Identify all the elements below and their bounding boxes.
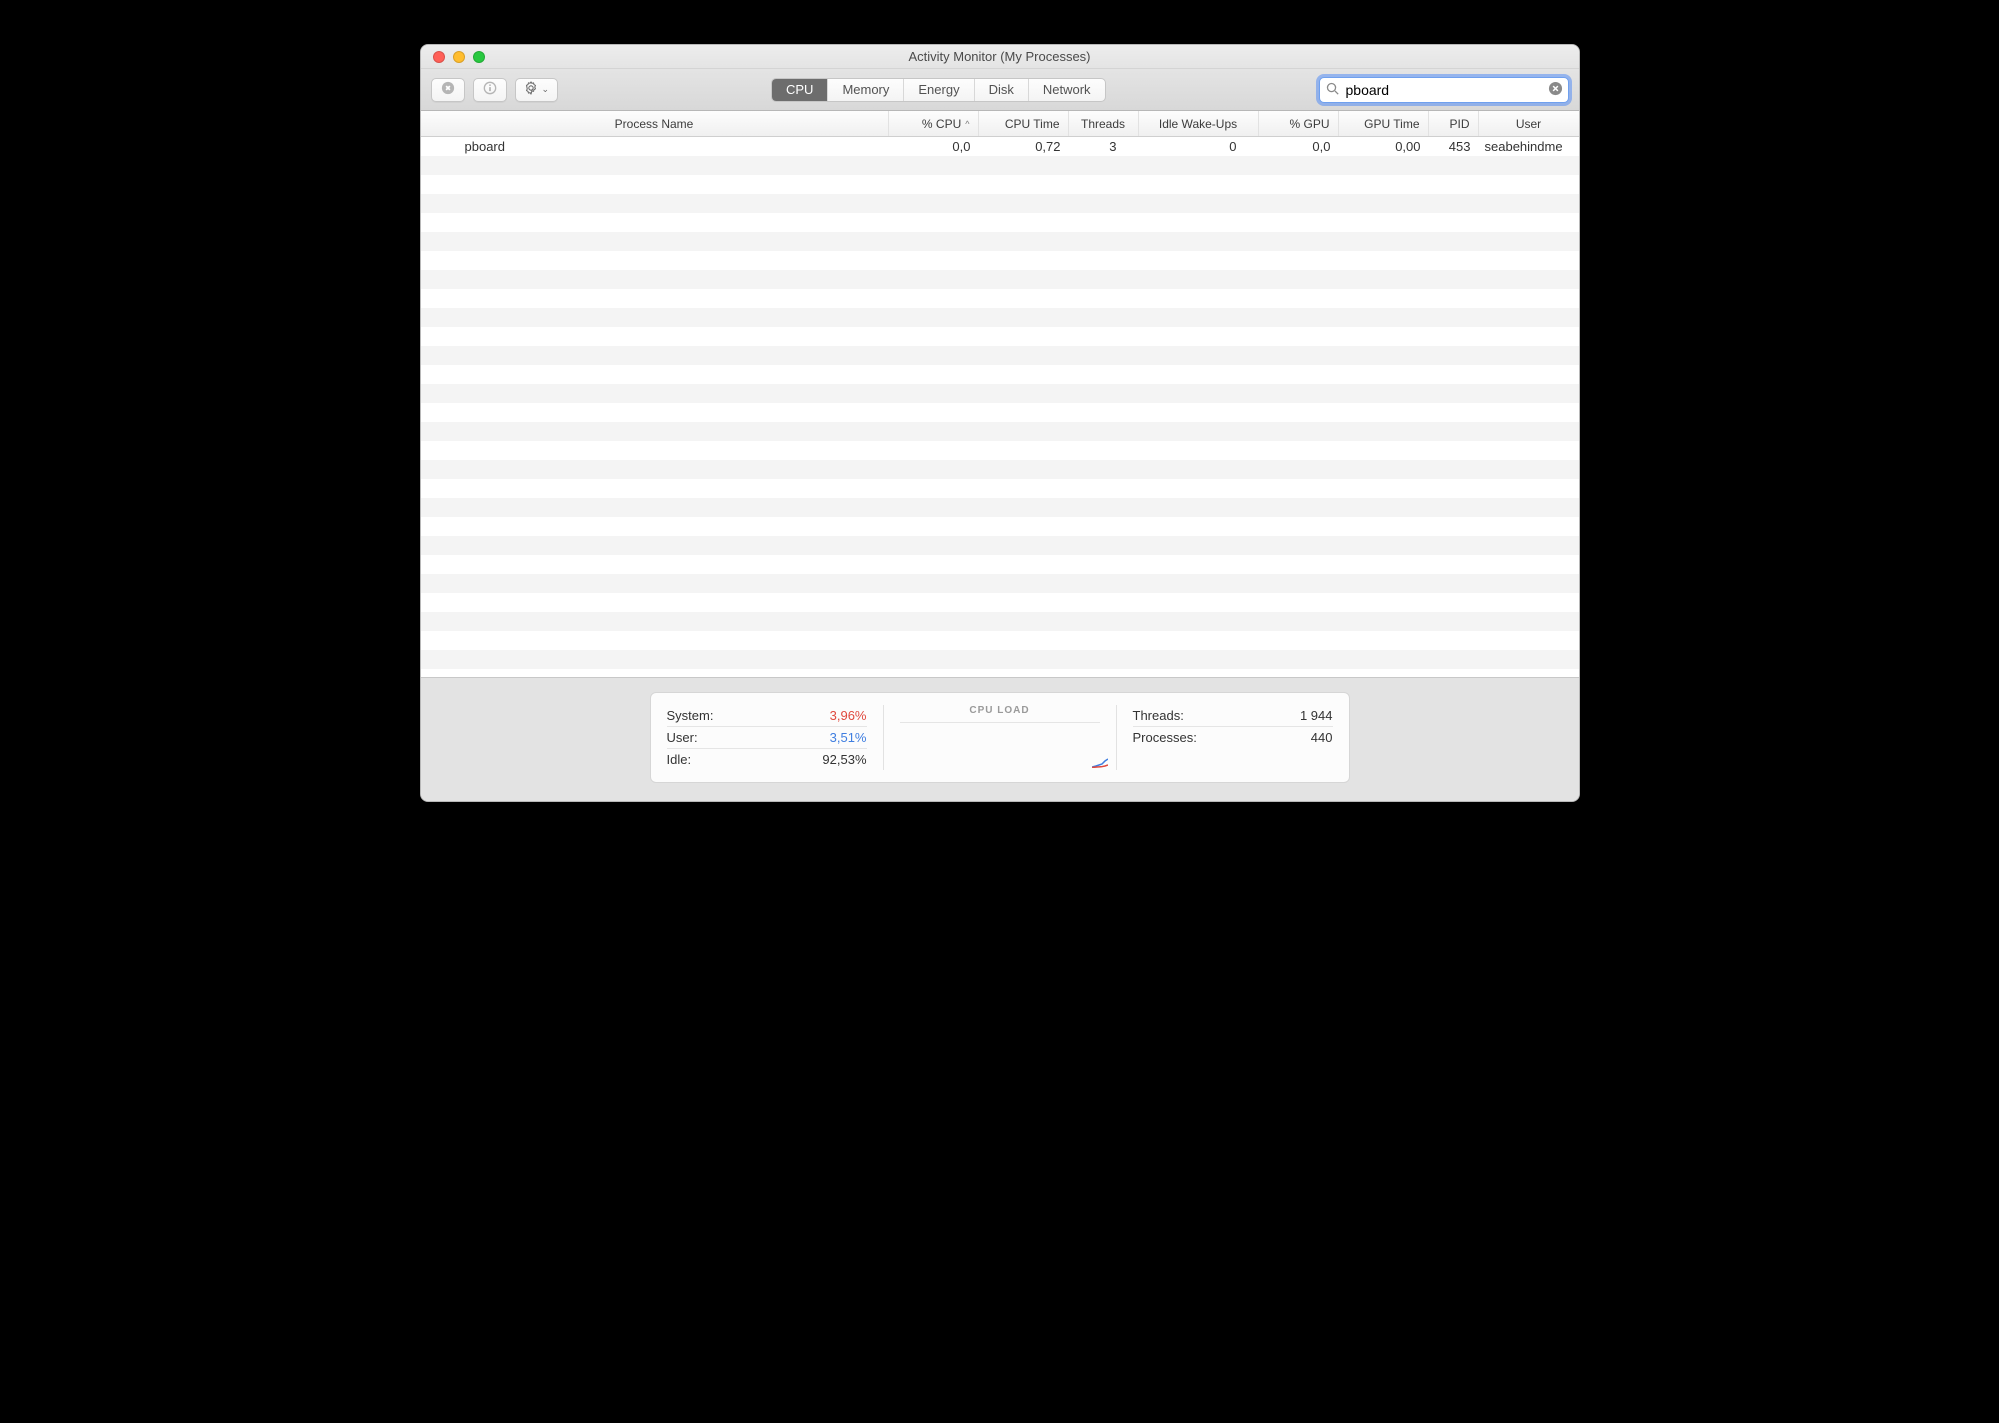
titlebar: Activity Monitor (My Processes) (421, 45, 1579, 69)
col-cpu[interactable]: % CPU^ (889, 111, 979, 136)
table-row (421, 213, 1579, 232)
cell-wake: 0 (1139, 139, 1259, 154)
table-row (421, 441, 1579, 460)
cpu-load-sparkline-icon (1092, 756, 1108, 768)
close-window-button[interactable] (433, 51, 445, 63)
table-row (421, 422, 1579, 441)
threads-label: Threads: (1133, 708, 1184, 723)
table-row (421, 251, 1579, 270)
footer: System: 3,96% User: 3,51% Idle: 92,53% CPU … (421, 677, 1579, 801)
table-row (421, 365, 1579, 384)
table-row (421, 498, 1579, 517)
table-row (421, 327, 1579, 346)
cpu-usage-stats: System: 3,96% User: 3,51% Idle: 92,53% (651, 705, 883, 770)
user-value: 3,51% (830, 730, 867, 745)
col-gpu-time[interactable]: GPU Time (1339, 111, 1429, 136)
search-icon (1326, 82, 1339, 98)
options-menu-button[interactable]: ⌄ (515, 78, 559, 102)
chevron-down-icon: ⌄ (542, 84, 550, 95)
table-row (421, 232, 1579, 251)
table-row (421, 460, 1579, 479)
idle-value: 92,53% (822, 752, 866, 767)
processes-label: Processes: (1133, 730, 1197, 745)
stop-process-button[interactable] (431, 78, 465, 102)
count-stats: Threads: 1 944 Processes: 440 (1117, 705, 1349, 770)
col-threads[interactable]: Threads (1069, 111, 1139, 136)
table-row (421, 403, 1579, 422)
cell-cputime: 0,72 (979, 139, 1069, 154)
window-controls (421, 51, 485, 63)
table-row (421, 517, 1579, 536)
minimize-window-button[interactable] (453, 51, 465, 63)
activity-monitor-window: Activity Monitor (My Processes) ⌄ CPU Me… (420, 44, 1580, 802)
tab-segment: CPU Memory Energy Disk Network (771, 78, 1106, 102)
table-row[interactable]: pboard0,00,72300,00,00453seabehindme (421, 137, 1579, 156)
zoom-window-button[interactable] (473, 51, 485, 63)
col-gpu[interactable]: % GPU (1259, 111, 1339, 136)
cell-threads: 3 (1069, 139, 1139, 154)
sort-asc-icon: ^ (965, 119, 969, 129)
table-row (421, 536, 1579, 555)
system-value: 3,96% (830, 708, 867, 723)
stats-card: System: 3,96% User: 3,51% Idle: 92,53% CPU … (650, 692, 1350, 783)
tab-energy[interactable]: Energy (904, 79, 974, 101)
table-row (421, 384, 1579, 403)
cpu-load-label: CPU LOAD (900, 705, 1100, 723)
system-label: System: (667, 708, 714, 723)
tab-memory[interactable]: Memory (828, 79, 904, 101)
table-header: Process Name % CPU^ CPU Time Threads Idl… (421, 111, 1579, 137)
table-row (421, 555, 1579, 574)
table-row (421, 612, 1579, 631)
user-label: User: (667, 730, 698, 745)
tab-network[interactable]: Network (1029, 79, 1105, 101)
info-button[interactable] (473, 78, 507, 102)
cell-name: pboard (421, 139, 889, 154)
table-row (421, 574, 1579, 593)
table-row (421, 308, 1579, 327)
table-row (421, 650, 1579, 669)
table-row (421, 156, 1579, 175)
process-table[interactable]: pboard0,00,72300,00,00453seabehindme (421, 137, 1579, 677)
cell-pid: 453 (1429, 139, 1479, 154)
col-pid[interactable]: PID (1429, 111, 1479, 136)
info-icon (483, 81, 497, 98)
window-title: Activity Monitor (My Processes) (421, 49, 1579, 64)
cell-gpu: 0,0 (1259, 139, 1339, 154)
clear-search-button[interactable] (1548, 81, 1563, 99)
table-row (421, 194, 1579, 213)
idle-label: Idle: (667, 752, 692, 767)
search-field-wrap (1319, 77, 1569, 103)
tab-cpu[interactable]: CPU (772, 79, 828, 101)
processes-value: 440 (1311, 730, 1333, 745)
table-row (421, 289, 1579, 308)
cell-cpu: 0,0 (889, 139, 979, 154)
table-row (421, 346, 1579, 365)
table-row (421, 479, 1579, 498)
search-input[interactable] (1319, 77, 1569, 103)
table-row (421, 631, 1579, 650)
cell-user: seabehindme (1479, 139, 1579, 154)
toolbar: ⌄ CPU Memory Energy Disk Network (421, 69, 1579, 111)
col-idle-wakeups[interactable]: Idle Wake-Ups (1139, 111, 1259, 136)
col-cpu-time[interactable]: CPU Time (979, 111, 1069, 136)
table-row (421, 270, 1579, 289)
gear-icon (524, 81, 538, 98)
tab-disk[interactable]: Disk (975, 79, 1029, 101)
cpu-load-chart: CPU LOAD (883, 705, 1117, 770)
cell-gputime: 0,00 (1339, 139, 1429, 154)
table-row (421, 593, 1579, 612)
threads-value: 1 944 (1300, 708, 1333, 723)
col-user[interactable]: User (1479, 111, 1579, 136)
stop-icon (441, 81, 455, 98)
col-process-name[interactable]: Process Name (421, 111, 889, 136)
table-row (421, 175, 1579, 194)
